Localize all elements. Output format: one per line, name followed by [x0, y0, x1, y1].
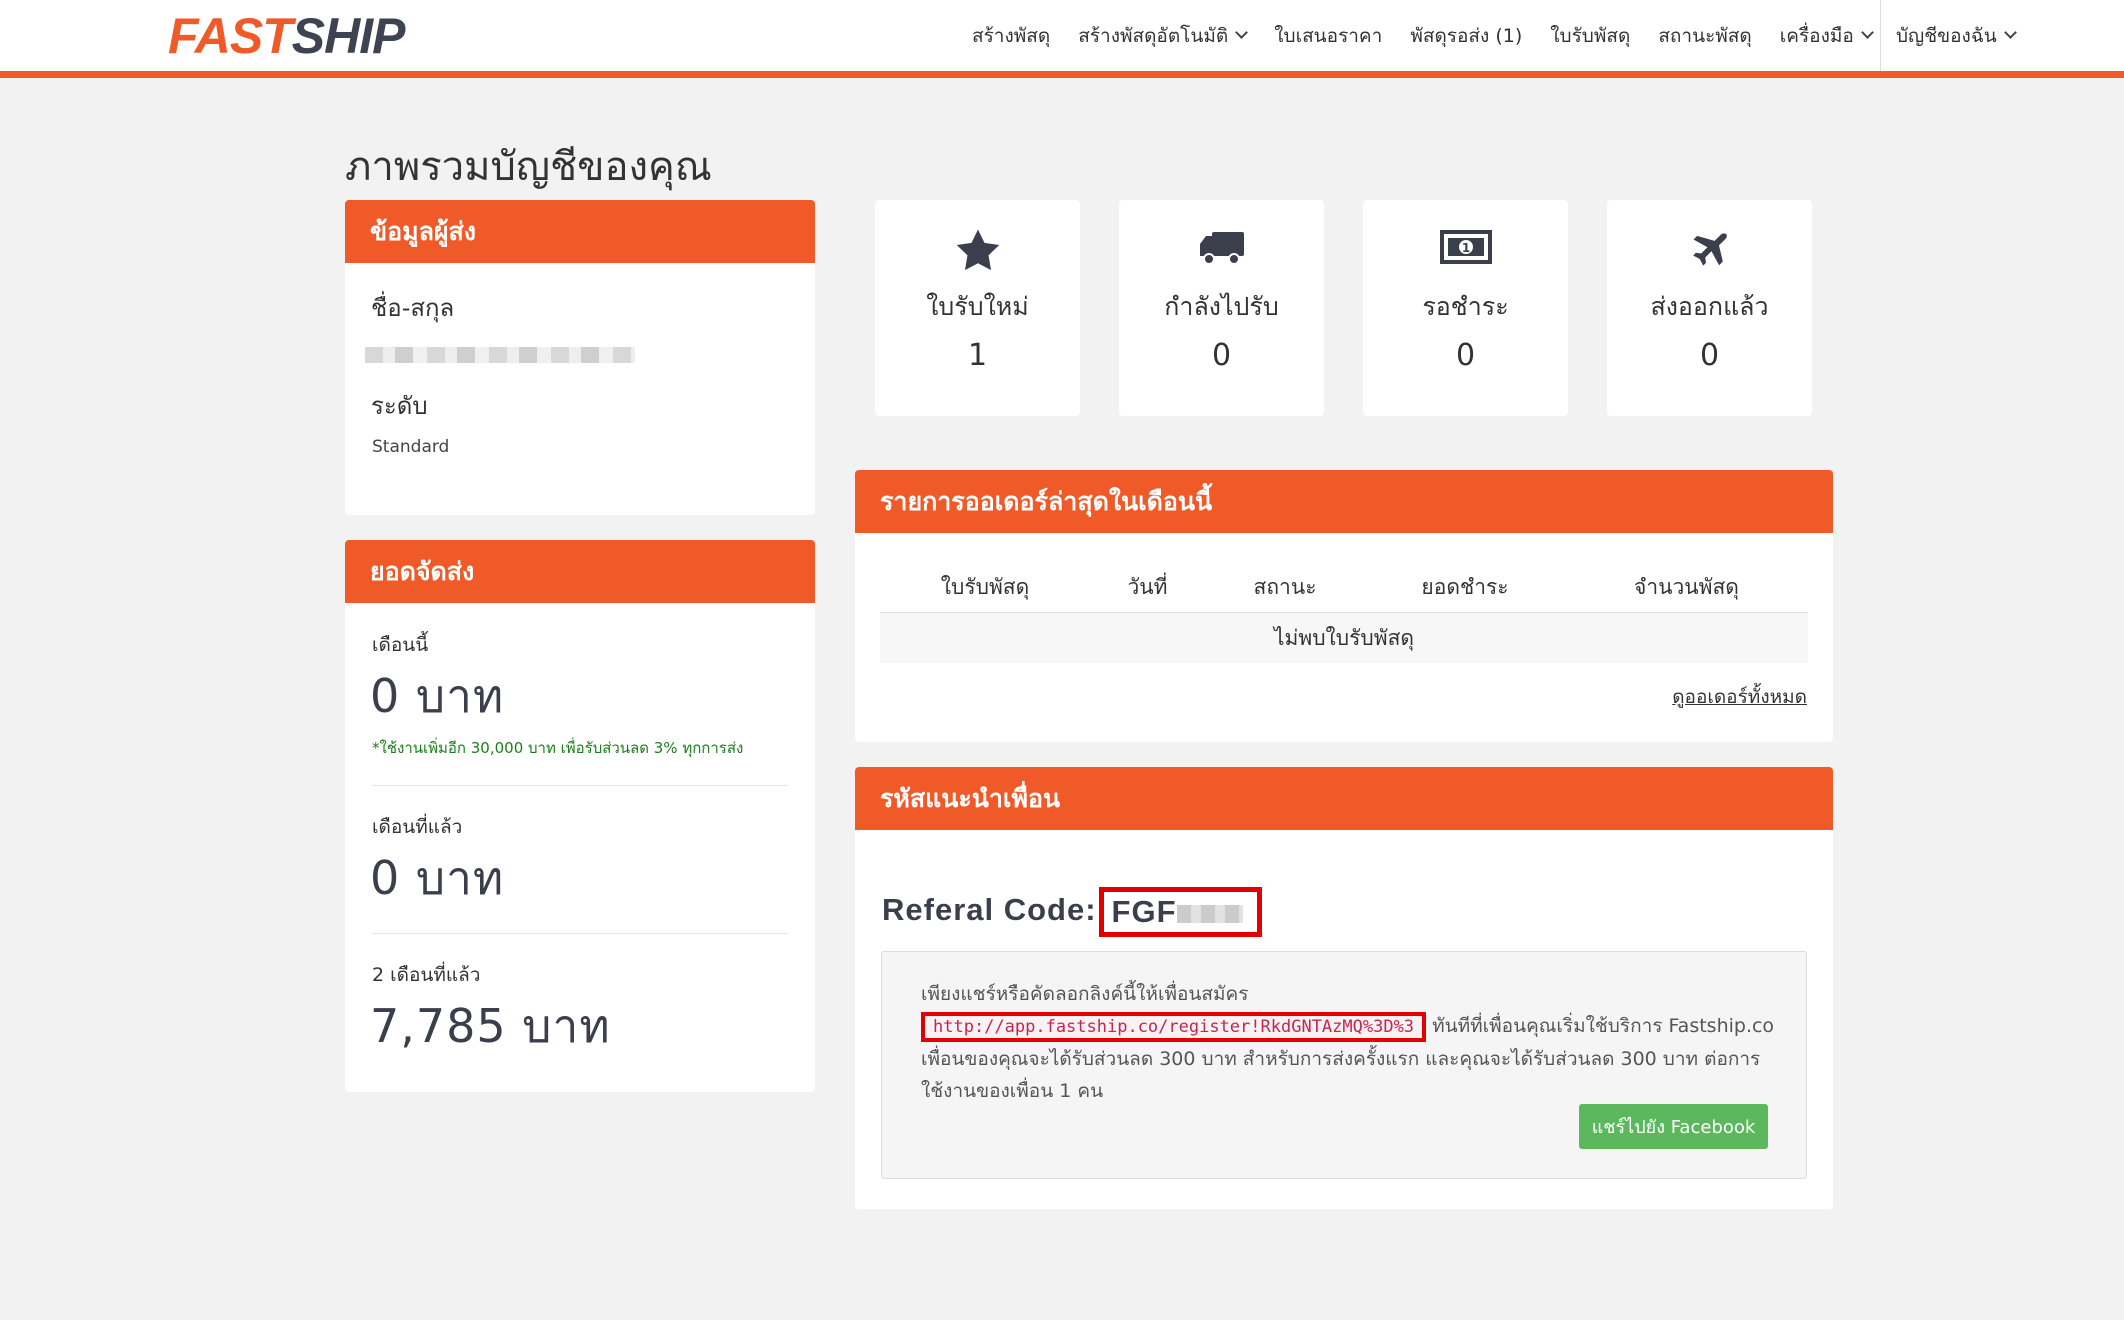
discount-note: *ใช้งานเพิ่มอีก 30,000 บาท เพื่อรับส่วนล…	[372, 739, 744, 757]
stat-card-picking-up[interactable]: กำลังไปรับ 0	[1119, 200, 1324, 416]
stat-card-new-receipts[interactable]: ใบรับใหม่ 1	[875, 200, 1080, 416]
fastship-logo[interactable]: FAST SHIP	[168, 8, 405, 64]
divider	[372, 933, 788, 934]
star-icon	[875, 228, 1080, 272]
col-status[interactable]: สถานะ	[1205, 571, 1365, 604]
level-label: ระดับ	[371, 392, 428, 420]
sender-info-header: ข้อมูลผู้ส่ง	[345, 200, 815, 263]
shipping-total-panel: ยอดจัดส่ง เดือนนี้ 0 บาท *ใช้งานเพิ่มอีก…	[345, 540, 815, 1092]
referral-intro: เพียงแชร์หรือคัดลอกลิงค์นี้ให้เพื่อนสมัค…	[921, 983, 1249, 1005]
referral-code-box[interactable]: FGF	[1098, 887, 1262, 937]
nav-tools[interactable]: เครื่องมือ	[1779, 21, 1874, 51]
share-facebook-button[interactable]: แชร์ไปยัง Facebook	[1579, 1104, 1768, 1149]
logo-ship: SHIP	[291, 8, 406, 64]
last-month-label: เดือนที่แล้ว	[372, 816, 463, 838]
truck-icon	[1119, 228, 1324, 268]
divider	[372, 785, 788, 786]
money-icon: 1	[1363, 228, 1568, 266]
recent-orders-header: รายการออเดอร์ล่าสุดในเดือนนี้	[855, 470, 1833, 533]
nav-label: สร้างพัสดุ	[972, 24, 1051, 47]
chevron-down-icon	[2003, 26, 2017, 39]
nav-pickup-receipts[interactable]: ใบรับพัสดุ	[1550, 21, 1630, 51]
redacted-code	[1176, 904, 1243, 923]
two-months-ago-label: 2 เดือนที่แล้ว	[372, 964, 481, 986]
col-parcel-count[interactable]: จำนวนพัสดุ	[1565, 571, 1808, 604]
chevron-down-icon	[1860, 26, 1874, 39]
plane-icon	[1607, 228, 1812, 272]
nav-label: ใบเสนอราคา	[1274, 24, 1383, 47]
referral-code-row: Referal Code: FGF	[882, 887, 1262, 937]
orders-empty-row: ไม่พบใบรับพัสดุ	[880, 613, 1808, 663]
nav-auto-create-parcel[interactable]: สร้างพัสดุอัตโนมัติ	[1078, 21, 1249, 51]
stat-value: 0	[1211, 338, 1232, 373]
last-month-value: 0 บาท	[370, 851, 505, 905]
nav-quotation[interactable]: ใบเสนอราคา	[1274, 21, 1382, 51]
stat-value: 0	[1699, 338, 1720, 373]
nav-label: สร้างพัสดุอัตโนมัติ	[1078, 24, 1229, 47]
nav-label: ใบรับพัสดุ	[1550, 24, 1631, 47]
stat-label: ส่งออกแล้ว	[1650, 292, 1769, 321]
col-amount[interactable]: ยอดชำระ	[1365, 571, 1565, 604]
referral-text: เพียงแชร์หรือคัดลอกลิงค์นี้ให้เพื่อนสมัค…	[921, 978, 1781, 1107]
col-receipt[interactable]: ใบรับพัสดุ	[880, 571, 1090, 604]
col-date[interactable]: วันที่	[1090, 571, 1205, 604]
chevron-down-icon	[1235, 26, 1249, 39]
logo-fast: FAST	[168, 8, 293, 64]
shipping-total-header: ยอดจัดส่ง	[345, 540, 815, 603]
referral-panel: รหัสแนะนำเพื่อน Referal Code: FGF เพียงแช…	[855, 767, 1833, 1209]
sender-info-panel: ข้อมูลผู้ส่ง ชื่อ-สกุล ระดับ Standard	[345, 200, 815, 515]
stat-label: รอชำระ	[1422, 292, 1509, 321]
nav-pending-parcels[interactable]: พัสดุรอส่ง (1)	[1410, 21, 1522, 51]
nav-label: สถานะพัสดุ	[1658, 24, 1752, 47]
svg-text:1: 1	[1461, 241, 1469, 255]
nav-my-account[interactable]: บัญชีของฉัน	[1896, 0, 2017, 71]
nav-label: พัสดุรอส่ง (1)	[1410, 24, 1523, 47]
page-title: ภาพรวมบัญชีของคุณ	[345, 144, 712, 190]
orders-table: ใบรับพัสดุ วันที่ สถานะ ยอดชำระ จำนวนพัส…	[880, 563, 1808, 663]
main-nav: สร้างพัสดุ สร้างพัสดุอัตโนมัติ ใบเสนอราค…	[972, 0, 1900, 71]
nav-parcel-status[interactable]: สถานะพัสดุ	[1658, 21, 1751, 51]
level-value: Standard	[372, 437, 450, 457]
name-label: ชื่อ-สกุล	[371, 294, 455, 322]
recent-orders-panel: รายการออเดอร์ล่าสุดในเดือนนี้ ใบรับพัสดุ…	[855, 470, 1833, 742]
this-month-value: 0 บาท	[370, 669, 505, 723]
redacted-name	[365, 347, 635, 363]
nav-account-label: บัญชีของฉัน	[1896, 24, 1997, 47]
nav-divider	[1880, 0, 1881, 71]
referral-header: รหัสแนะนำเพื่อน	[855, 767, 1833, 830]
stat-card-shipped[interactable]: ส่งออกแล้ว 0	[1607, 200, 1812, 416]
stat-value: 1	[967, 338, 988, 373]
top-navbar: FAST SHIP สร้างพัสดุ สร้างพัสดุอัตโนมัติ …	[0, 0, 2124, 78]
two-months-ago-value: 7,785 บาท	[370, 999, 611, 1053]
stat-card-awaiting-payment[interactable]: 1 รอชำระ 0	[1363, 200, 1568, 416]
referral-code-value: FGF	[1111, 894, 1177, 929]
orders-table-header: ใบรับพัสดุ วันที่ สถานะ ยอดชำระ จำนวนพัส…	[880, 563, 1808, 613]
nav-create-parcel[interactable]: สร้างพัสดุ	[972, 21, 1050, 51]
referral-info-box: เพียงแชร์หรือคัดลอกลิงค์นี้ให้เพื่อนสมัค…	[881, 951, 1807, 1179]
stat-label: ใบรับใหม่	[926, 292, 1029, 321]
view-all-orders-link[interactable]: ดูออเดอร์ทั้งหมด	[1672, 682, 1807, 712]
nav-label: เครื่องมือ	[1779, 24, 1854, 47]
this-month-label: เดือนนี้	[372, 634, 429, 656]
referral-code-label: Referal Code:	[882, 892, 1097, 928]
stat-label: กำลังไปรับ	[1164, 292, 1279, 321]
referral-link[interactable]: http://app.fastship.co/register!RkdGNTAz…	[921, 1012, 1427, 1042]
stat-value: 0	[1455, 338, 1476, 373]
